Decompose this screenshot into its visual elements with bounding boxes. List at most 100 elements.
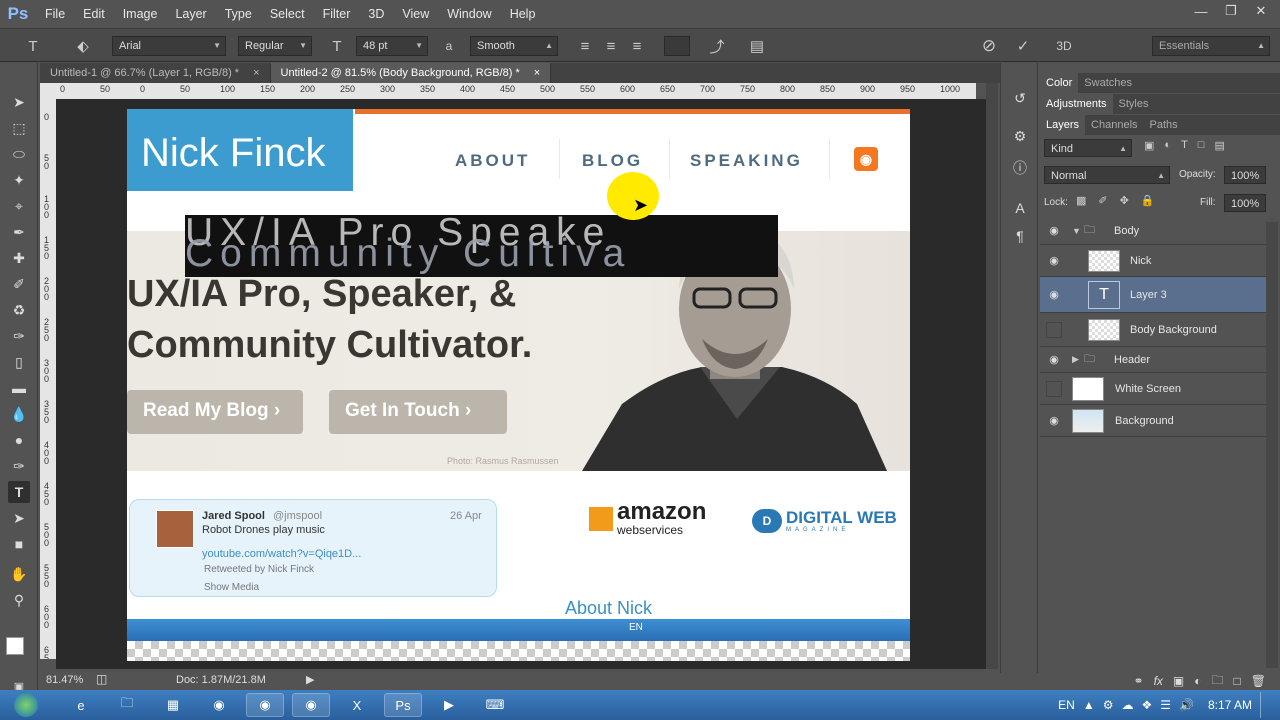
visibility-eye-icon[interactable]: ◉ — [1046, 223, 1062, 239]
lock-transparent-icon[interactable]: ▩ — [1076, 194, 1086, 207]
visibility-off-box[interactable] — [1046, 380, 1062, 397]
language-indicator[interactable]: EN — [1058, 698, 1075, 712]
bluetooth-icon[interactable]: ❖ — [1141, 698, 1152, 712]
text-color-swatch[interactable] — [664, 36, 690, 56]
start-button[interactable] — [6, 690, 46, 720]
layer-row-body[interactable]: ◉ ▼ 🗀 Body — [1040, 217, 1266, 245]
menu-window[interactable]: Window — [438, 0, 500, 28]
group-expanded-icon[interactable]: ▼ — [1072, 226, 1081, 236]
chrome-window-icon[interactable]: ◉ — [292, 693, 330, 717]
layer-style-icon[interactable]: fx — [1154, 674, 1163, 688]
active-text-layer[interactable]: UX/IA Pro Speake Community Cultiva — [185, 215, 778, 277]
visibility-eye-icon[interactable]: ◉ — [1046, 287, 1062, 303]
character-panel-icon[interactable]: A — [1009, 197, 1031, 219]
new-layer-icon[interactable]: □ — [1234, 674, 1241, 688]
filter-type-icon[interactable]: T — [1181, 139, 1188, 152]
history-brush-tool-icon[interactable]: ✑ — [8, 325, 30, 347]
chrome-icon[interactable]: ◉ — [200, 693, 238, 717]
commit-edits-icon[interactable]: ✓ — [1012, 36, 1034, 56]
apps-grid-icon[interactable]: ▦ — [154, 693, 192, 717]
layer-filter-select[interactable]: Kind ▲ — [1044, 139, 1132, 157]
visibility-eye-icon[interactable]: ◉ — [1046, 352, 1062, 368]
pen-tool-icon[interactable]: ✑ — [8, 455, 30, 477]
cancel-edits-icon[interactable]: ⊘ — [978, 36, 1000, 56]
menu-select[interactable]: Select — [261, 0, 314, 28]
tab-layers[interactable]: Layers — [1040, 115, 1086, 135]
tab-color[interactable]: Color — [1040, 73, 1079, 93]
type-tool-icon[interactable]: T — [8, 481, 30, 503]
visibility-off-box[interactable] — [1046, 321, 1062, 338]
canvas-area[interactable]: Nick Finck ABOUT BLOG SPEAKING ◉ UX/IA P… — [56, 99, 986, 669]
font-family-select[interactable]: Arial ▼ — [112, 36, 226, 56]
chrome-window-icon[interactable]: ◉ — [246, 693, 284, 717]
move-tool-icon[interactable]: ➤ — [8, 91, 30, 113]
document-canvas[interactable]: Nick Finck ABOUT BLOG SPEAKING ◉ UX/IA P… — [127, 109, 910, 661]
hand-tool-icon[interactable]: ✋ — [8, 563, 30, 585]
marquee-tool-icon[interactable]: ⬚ — [8, 117, 30, 139]
excel-icon[interactable]: X — [338, 693, 376, 717]
minimize-icon[interactable]: — — [1186, 0, 1216, 22]
clock[interactable]: 8:17 AM — [1208, 698, 1252, 712]
dodge-tool-icon[interactable]: ● — [8, 429, 30, 451]
type-tool-preset-icon[interactable]: T — [22, 36, 44, 56]
menu-3d[interactable]: 3D — [359, 0, 393, 28]
link-layers-icon[interactable]: ⚭ — [1134, 674, 1144, 688]
horizontal-ruler[interactable]: 0 50 0 50 100 150 200 250 300 350 400 450 500 550 600 6… — [56, 83, 976, 99]
adjustment-layer-icon[interactable]: ◐ — [1194, 674, 1201, 688]
fill-field[interactable]: 100% — [1224, 194, 1266, 212]
font-style-select[interactable]: Regular ▼ — [238, 36, 312, 56]
filter-adjustment-icon[interactable]: ◐ — [1164, 139, 1171, 152]
filter-shape-icon[interactable]: □ — [1198, 139, 1205, 152]
path-selection-tool-icon[interactable]: ➤ — [8, 507, 30, 529]
opacity-field[interactable]: 100% — [1224, 166, 1266, 184]
vertical-ruler[interactable]: 0 5 0 1 0 0 1 5 0 2 0 0 2 5 0 3 0 0 3 5 0 4 0 0 4… — [40, 99, 56, 659]
eyedropper-tool-icon[interactable]: ✒ — [8, 221, 30, 243]
lock-position-icon[interactable]: ✥ — [1120, 194, 1129, 207]
delete-layer-icon[interactable]: 🗑 — [1251, 674, 1266, 688]
filter-smart-icon[interactable]: ▤ — [1214, 139, 1224, 152]
restore-icon[interactable]: ❐ — [1216, 0, 1246, 22]
notification-icon[interactable]: ⚙ — [1103, 698, 1114, 712]
new-group-icon[interactable]: 🗀 — [1212, 671, 1224, 692]
tab-paths[interactable]: Paths — [1144, 115, 1184, 135]
align-left-icon[interactable]: ≡ — [574, 36, 596, 56]
ie-icon[interactable]: e — [62, 693, 100, 717]
font-size-select[interactable]: 48 pt ▼ — [356, 36, 428, 56]
group-collapsed-icon[interactable]: ▶ — [1072, 354, 1079, 365]
menu-type[interactable]: Type — [216, 0, 261, 28]
media-icon[interactable]: ▶ — [430, 693, 468, 717]
brush-tool-icon[interactable]: ✐ — [8, 273, 30, 295]
foreground-color-swatch[interactable] — [6, 637, 24, 655]
rectangle-tool-icon[interactable]: ■ — [8, 533, 30, 555]
menu-layer[interactable]: Layer — [166, 0, 215, 28]
add-mask-icon[interactable]: ▣ — [1173, 674, 1184, 688]
text-orientation-icon[interactable]: ⬖ — [72, 36, 94, 56]
show-desktop-button[interactable] — [1260, 692, 1270, 718]
paragraph-panel-icon[interactable]: ¶ — [1009, 225, 1031, 247]
align-right-icon[interactable]: ≡ — [626, 36, 648, 56]
info-panel-icon[interactable]: ⓘ — [1009, 157, 1031, 179]
zoom-tool-icon[interactable]: ⚲ — [8, 589, 30, 611]
warp-text-icon[interactable]: ⤴ — [706, 36, 728, 56]
workspace-select[interactable]: Essentials ▲ — [1152, 36, 1270, 56]
photoshop-taskbar-icon[interactable]: Ps — [384, 693, 422, 717]
close-icon[interactable]: ✕ — [1246, 0, 1276, 22]
layer-row-layer-3[interactable]: ◉ T Layer 3 — [1040, 277, 1266, 313]
visibility-eye-icon[interactable]: ◉ — [1046, 413, 1062, 429]
blur-tool-icon[interactable]: 💧 — [8, 403, 30, 425]
filter-pixel-icon[interactable]: ▣ — [1144, 139, 1154, 152]
tab-adjustments[interactable]: Adjustments — [1040, 94, 1113, 114]
healing-brush-tool-icon[interactable]: ✚ — [8, 247, 30, 269]
align-center-icon[interactable]: ≡ — [600, 36, 622, 56]
create-3d-button[interactable]: 3D — [1050, 36, 1078, 56]
shield-icon[interactable]: ▲ — [1083, 698, 1095, 712]
tab-styles[interactable]: Styles — [1113, 94, 1155, 114]
menu-image[interactable]: Image — [114, 0, 167, 28]
gradient-tool-icon[interactable]: ▬ — [8, 377, 30, 399]
layer-row-white-screen[interactable]: White Screen — [1040, 373, 1266, 405]
cloud-icon[interactable]: ☁ — [1121, 698, 1133, 712]
layers-scrollbar[interactable] — [1266, 222, 1278, 668]
tab-untitled-1[interactable]: Untitled-1 @ 66.7% (Layer 1, RGB/8) * × — [40, 63, 271, 83]
crop-tool-icon[interactable]: ⌖ — [8, 195, 30, 217]
clone-stamp-tool-icon[interactable]: ♻ — [8, 299, 30, 321]
